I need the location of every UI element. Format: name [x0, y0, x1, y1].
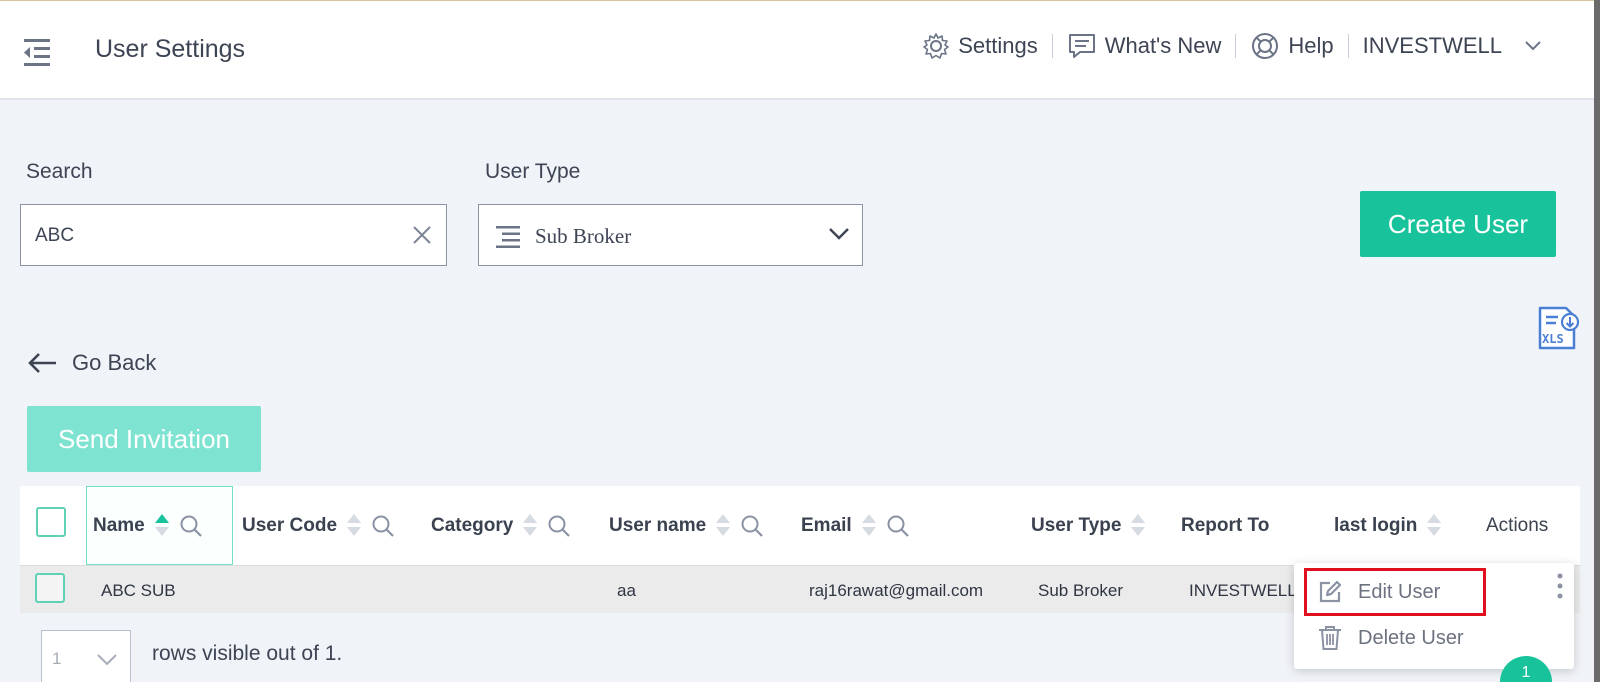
select-all-checkbox[interactable]: [36, 507, 66, 537]
top-bar: User Settings Settings What's New Help I…: [0, 0, 1594, 100]
column-category-label: Category: [431, 514, 514, 536]
table-header: Name User Code Category User name Email …: [20, 486, 1580, 565]
column-header-user-name[interactable]: User name: [609, 486, 764, 565]
rows-per-page-value: 1: [52, 649, 62, 668]
row-actions-menu: Edit User Delete User: [1294, 563, 1574, 669]
account-menu[interactable]: INVESTWELL: [1349, 33, 1556, 59]
search-field: [20, 204, 447, 266]
column-header-actions: Actions: [1486, 486, 1548, 565]
whats-new-label: What's New: [1104, 33, 1222, 58]
close-icon[interactable]: [412, 225, 432, 245]
more-vertical-icon[interactable]: [1556, 573, 1564, 599]
sort-icon[interactable]: [716, 514, 731, 537]
cell-email: raj16rawat@gmail.com: [809, 581, 984, 600]
cell-report-to: INVESTWELL: [1189, 581, 1297, 600]
lifebuoy-icon: [1252, 33, 1279, 59]
settings-link[interactable]: Settings: [908, 32, 1052, 60]
sort-icon[interactable]: [347, 514, 362, 537]
create-user-button[interactable]: Create User: [1360, 191, 1556, 257]
search-icon[interactable]: [740, 514, 764, 538]
search-icon[interactable]: [886, 514, 910, 538]
edit-user-label: Edit User: [1358, 580, 1441, 603]
go-back-link[interactable]: Go Back: [26, 350, 156, 376]
column-last-login-label: last login: [1334, 514, 1418, 536]
sort-icon[interactable]: [1427, 514, 1442, 537]
list-icon: [496, 226, 520, 248]
delete-user-label: Delete User: [1358, 626, 1464, 649]
page-title: User Settings: [95, 35, 246, 63]
settings-label: Settings: [958, 33, 1038, 58]
column-email-label: Email: [801, 514, 852, 536]
column-user-type-label: User Type: [1031, 514, 1122, 536]
message-icon: [1068, 34, 1095, 58]
search-input[interactable]: [35, 221, 395, 251]
user-type-value: Sub Broker: [535, 224, 632, 248]
menu-collapse-icon[interactable]: [20, 36, 54, 70]
column-header-category[interactable]: Category: [431, 486, 571, 565]
column-header-last-login[interactable]: last login: [1334, 486, 1442, 565]
gear-icon: [923, 33, 950, 59]
sort-icon[interactable]: [861, 514, 876, 537]
cell-user-name: aa: [617, 581, 636, 600]
edit-icon: [1319, 580, 1342, 603]
user-type-label: User Type: [485, 160, 581, 183]
search-icon[interactable]: [179, 514, 203, 538]
help-link[interactable]: Help: [1236, 31, 1347, 61]
column-user-name-label: User name: [609, 514, 707, 536]
column-header-email[interactable]: Email: [801, 486, 910, 565]
top-nav: Settings What's New Help INVESTWELL: [908, 29, 1556, 63]
xls-export-icon[interactable]: XLS: [1536, 305, 1580, 351]
sort-icon[interactable]: [154, 514, 169, 537]
edit-user-menu-item[interactable]: Edit User: [1318, 580, 1440, 604]
scrollbar[interactable]: [1594, 0, 1600, 682]
search-icon[interactable]: [547, 514, 571, 538]
column-report-to-label: Report To: [1181, 514, 1270, 536]
xls-icon-text: XLS: [1542, 332, 1564, 346]
send-invitation-button[interactable]: Send Invitation: [27, 406, 261, 472]
delete-user-menu-item[interactable]: Delete User: [1318, 625, 1464, 651]
rows-per-page-select[interactable]: 1: [41, 630, 131, 682]
trash-icon: [1319, 626, 1341, 650]
arrow-left-icon: [28, 353, 56, 373]
column-header-user-type[interactable]: User Type: [1031, 486, 1146, 565]
cell-name: ABC SUB: [101, 581, 176, 600]
column-header-report-to: Report To: [1181, 486, 1269, 565]
column-user-code-label: User Code: [242, 514, 338, 536]
sort-icon[interactable]: [1131, 514, 1146, 537]
row-checkbox[interactable]: [35, 573, 65, 603]
cell-user-type: Sub Broker: [1038, 581, 1124, 600]
user-type-select[interactable]: Sub Broker: [478, 204, 863, 266]
sort-icon[interactable]: [523, 514, 538, 537]
rows-visible-text: rows visible out of 1.: [152, 642, 343, 665]
chevron-down-icon: [1525, 41, 1541, 51]
go-back-label: Go Back: [72, 350, 157, 375]
search-label: Search: [26, 160, 93, 183]
help-label: Help: [1288, 33, 1334, 58]
column-header-name[interactable]: Name: [86, 486, 233, 565]
column-actions-label: Actions: [1486, 514, 1549, 536]
chevron-down-icon: [97, 654, 117, 666]
account-label: INVESTWELL: [1362, 33, 1502, 58]
whats-new-link[interactable]: What's New: [1053, 32, 1236, 60]
chevron-down-icon: [829, 228, 849, 240]
search-icon[interactable]: [371, 514, 395, 538]
column-header-user-code[interactable]: User Code: [242, 486, 395, 565]
column-name-label: Name: [93, 514, 145, 536]
